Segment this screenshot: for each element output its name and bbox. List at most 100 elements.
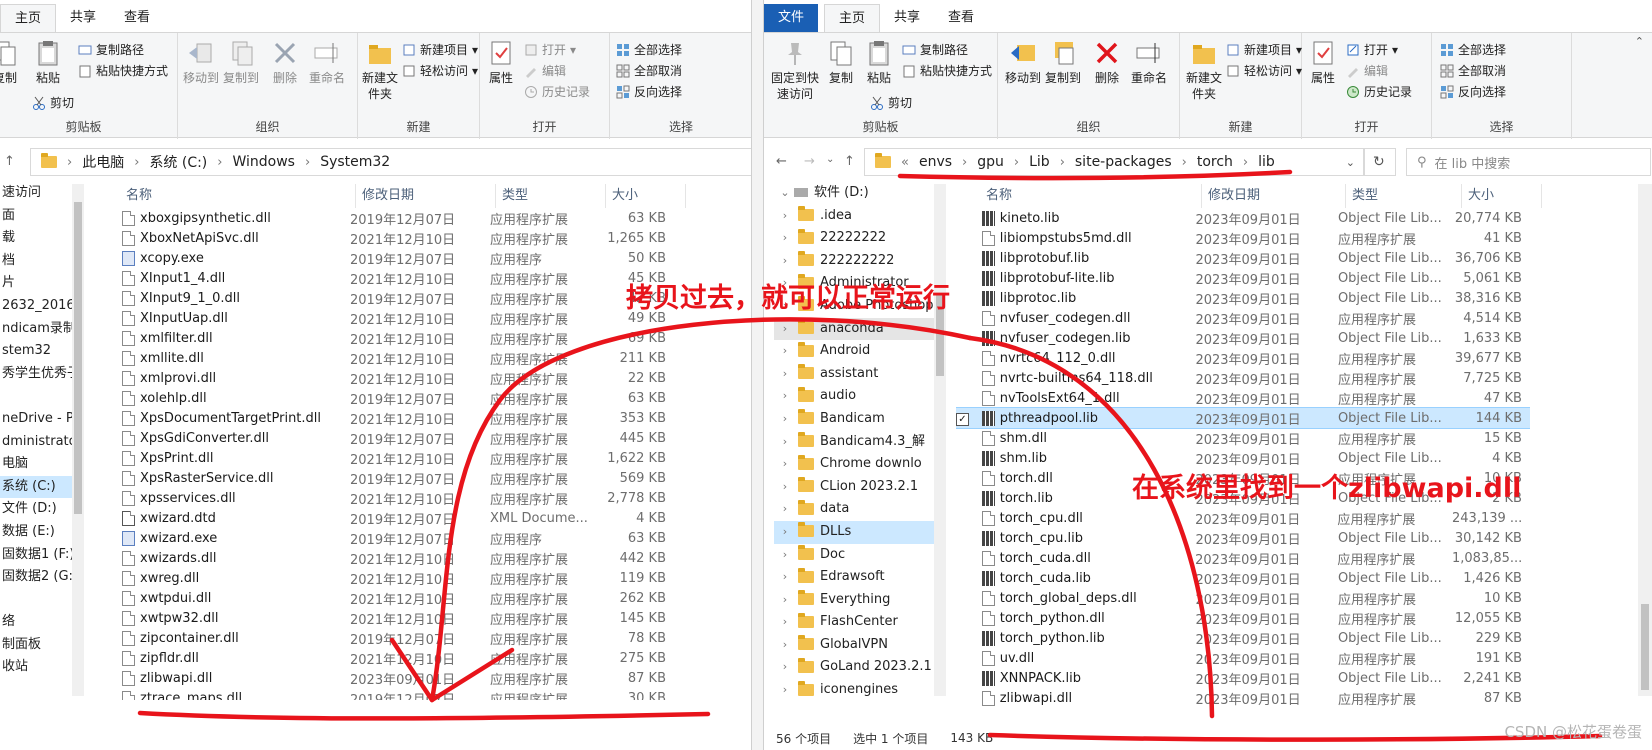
- file-row[interactable]: shm.lib 2023年09月01日 Object File Lib... 4 KB: [956, 448, 1530, 468]
- file-row[interactable]: ✓ pthreadpool.lib 2023年09月01日 Object File L…: [956, 407, 1530, 429]
- tab-view[interactable]: 查看: [934, 4, 988, 32]
- chevron-down-icon[interactable]: ⌄: [826, 154, 834, 165]
- history-button[interactable]: 历史记录: [1346, 83, 1412, 100]
- nav-item[interactable]: › Everything: [774, 589, 934, 612]
- copy-button[interactable]: 复制: [0, 39, 20, 86]
- paste-shortcut-button[interactable]: 粘贴快捷方式: [78, 62, 168, 79]
- select-none-button[interactable]: 全部取消: [616, 62, 682, 79]
- tab-file[interactable]: 文件: [764, 4, 819, 32]
- cut-button[interactable]: 剪切: [870, 94, 912, 111]
- nav-scrollbar-thumb[interactable]: [74, 202, 82, 514]
- breadcrumb-lib-upper[interactable]: Lib: [1029, 154, 1050, 170]
- file-row[interactable]: nvfuser_codegen.lib 2023年09月01日 Object Fil…: [956, 328, 1530, 348]
- column-type[interactable]: 类型: [1346, 184, 1462, 208]
- nav-item[interactable]: › data: [774, 498, 934, 521]
- tab-home[interactable]: 主页: [824, 4, 881, 32]
- edit-button[interactable]: 编辑: [524, 62, 566, 79]
- delete-button[interactable]: 删除: [1092, 39, 1122, 86]
- nav-scrollbar[interactable]: [72, 184, 84, 696]
- file-row[interactable]: XInput1_4.dll 2021年12月10日 应用程序扩展 45 KB: [96, 268, 690, 288]
- file-row[interactable]: zipfldr.dll 2021年12月10日 应用程序扩展 275 KB: [96, 648, 690, 668]
- expand-chevron-icon[interactable]: ›: [776, 656, 794, 679]
- copy-path-button[interactable]: 复制路径: [78, 41, 144, 58]
- nav-item[interactable]: › audio: [774, 385, 934, 408]
- forward-arrow-icon[interactable]: →: [804, 154, 815, 169]
- file-row[interactable]: xwizard.dtd 2019年12月07日 XML Docume... 4 KB: [96, 508, 690, 528]
- file-row[interactable]: XboxNetApiSvc.dll 2021年12月10日 应用程序扩展 1,265 …: [96, 228, 690, 248]
- breadcrumb-c-drive[interactable]: 系统 (C:): [149, 152, 207, 172]
- file-row[interactable]: xwreg.dll 2021年12月10日 应用程序扩展 119 KB: [96, 568, 690, 588]
- breadcrumb-gpu[interactable]: gpu: [977, 154, 1004, 170]
- history-button[interactable]: 历史记录: [524, 83, 590, 100]
- expand-chevron-icon[interactable]: ›: [776, 634, 794, 657]
- open-button[interactable]: 打开 ▾: [524, 41, 576, 58]
- nav-scrollbar[interactable]: [934, 184, 946, 696]
- expand-chevron-icon[interactable]: ›: [776, 566, 794, 589]
- tab-home[interactable]: 主页: [0, 4, 57, 32]
- file-row[interactable]: zlibwapi.dll 2023年09月01日 应用程序扩展 87 KB: [96, 668, 690, 688]
- nav-item[interactable]: › Android: [774, 340, 934, 363]
- open-button[interactable]: 打开 ▾: [1346, 41, 1398, 58]
- file-row[interactable]: nvfuser_codegen.dll 2023年09月01日 应用程序扩展 4,51…: [956, 308, 1530, 328]
- column-size[interactable]: 大小: [1462, 184, 1542, 208]
- easy-access-button[interactable]: 轻松访问 ▾: [402, 62, 478, 79]
- nav-item[interactable]: › Bandicam4.3_解: [774, 431, 934, 454]
- address-history-dropdown-icon[interactable]: ⌄: [1346, 156, 1355, 169]
- file-row[interactable]: libprotoc.lib 2023年09月01日 Object File Lib.…: [956, 288, 1530, 308]
- expand-chevron-icon[interactable]: ›: [776, 544, 794, 567]
- nav-item[interactable]: ⌄ 软件 (D:): [774, 182, 934, 205]
- properties-button[interactable]: 属性: [1308, 39, 1338, 86]
- nav-item[interactable]: › Edrawsoft: [774, 566, 934, 589]
- paste-shortcut-button[interactable]: 粘贴快捷方式: [902, 62, 992, 79]
- row-checkbox[interactable]: ✓: [956, 411, 982, 426]
- file-row[interactable]: torch_cpu.lib 2023年09月01日 Object File Lib.…: [956, 528, 1530, 548]
- file-row[interactable]: shm.dll 2023年09月01日 应用程序扩展 15 KB: [956, 428, 1530, 448]
- file-row[interactable]: XpsPrint.dll 2021年12月10日 应用程序扩展 1,622 KB: [96, 448, 690, 468]
- expand-chevron-icon[interactable]: ›: [776, 611, 794, 634]
- expand-chevron-icon[interactable]: ›: [776, 521, 794, 544]
- file-row[interactable]: libprotobuf-lite.lib 2023年09月01日 Object Fi…: [956, 268, 1530, 288]
- expand-chevron-icon[interactable]: ›: [776, 498, 794, 521]
- nav-item[interactable]: › GlobalVPN: [774, 634, 934, 657]
- easy-access-button[interactable]: 轻松访问 ▾: [1226, 62, 1302, 79]
- file-row[interactable]: torch_python.dll 2023年09月01日 应用程序扩展 12,055 …: [956, 608, 1530, 628]
- file-row[interactable]: xwizard.exe 2019年12月07日 应用程序 63 KB: [96, 528, 690, 548]
- expand-chevron-icon[interactable]: ›: [776, 318, 794, 341]
- file-row[interactable]: torch_python.lib 2023年09月01日 Object File L…: [956, 628, 1530, 648]
- file-row[interactable]: zlibwapi.dll 2023年09月01日 应用程序扩展 87 KB: [956, 688, 1530, 708]
- column-name[interactable]: 名称: [956, 184, 1202, 208]
- file-row[interactable]: xwtpw32.dll 2021年12月10日 应用程序扩展 145 KB: [96, 608, 690, 628]
- file-row[interactable]: kineto.lib 2023年09月01日 Object File Lib... 2…: [956, 208, 1530, 228]
- overflow-chevron-icon[interactable]: «: [901, 155, 909, 170]
- file-row[interactable]: xwtpdui.dll 2021年12月10日 应用程序扩展 262 KB: [96, 588, 690, 608]
- file-row[interactable]: torch_cpu.dll 2023年09月01日 应用程序扩展 243,139 ..…: [956, 508, 1530, 528]
- new-folder-button[interactable]: 新建文件夹: [1184, 39, 1224, 102]
- file-row[interactable]: nvrtc64_112_0.dll 2023年09月01日 应用程序扩展 39,677…: [956, 348, 1530, 368]
- nav-item[interactable]: › 22222222: [774, 227, 934, 250]
- file-row[interactable]: uv.dll 2023年09月01日 应用程序扩展 191 KB: [956, 648, 1530, 668]
- up-arrow-icon[interactable]: ↑: [4, 154, 15, 169]
- expand-chevron-icon[interactable]: ›: [776, 340, 794, 363]
- column-date[interactable]: 修改日期: [356, 184, 496, 208]
- edit-button[interactable]: 编辑: [1346, 62, 1388, 79]
- back-arrow-icon[interactable]: ←: [776, 154, 787, 169]
- nav-item[interactable]: › assistant: [774, 363, 934, 386]
- properties-button[interactable]: 属性: [486, 39, 516, 86]
- nav-item[interactable]: › CLion 2023.2.1: [774, 476, 934, 499]
- nav-item[interactable]: › anaconda: [774, 317, 934, 341]
- expand-chevron-icon[interactable]: ›: [776, 431, 794, 454]
- nav-item[interactable]: › iconengines: [774, 679, 934, 702]
- copy-to-button[interactable]: 复制到: [1044, 39, 1082, 86]
- expand-chevron-icon[interactable]: ›: [776, 205, 794, 228]
- invert-selection-button[interactable]: 反向选择: [616, 83, 682, 100]
- tab-view[interactable]: 查看: [110, 4, 164, 32]
- expand-chevron-icon[interactable]: ›: [776, 363, 794, 386]
- address-bar[interactable]: « envs › gpu › Lib › site-packages › tor…: [864, 148, 1364, 176]
- cut-button[interactable]: 剪切: [32, 94, 74, 111]
- rename-button[interactable]: 重命名: [1128, 39, 1170, 86]
- file-row[interactable]: zipcontainer.dll 2019年12月07日 应用程序扩展 78 KB: [96, 628, 690, 648]
- file-row[interactable]: ztrace_maps.dll 2019年12月07日 应用程序扩展 30 KB: [96, 688, 690, 700]
- checkbox-checked-icon[interactable]: ✓: [956, 412, 969, 426]
- file-list-scrollbar[interactable]: [1638, 184, 1652, 696]
- expand-chevron-icon[interactable]: ›: [776, 589, 794, 612]
